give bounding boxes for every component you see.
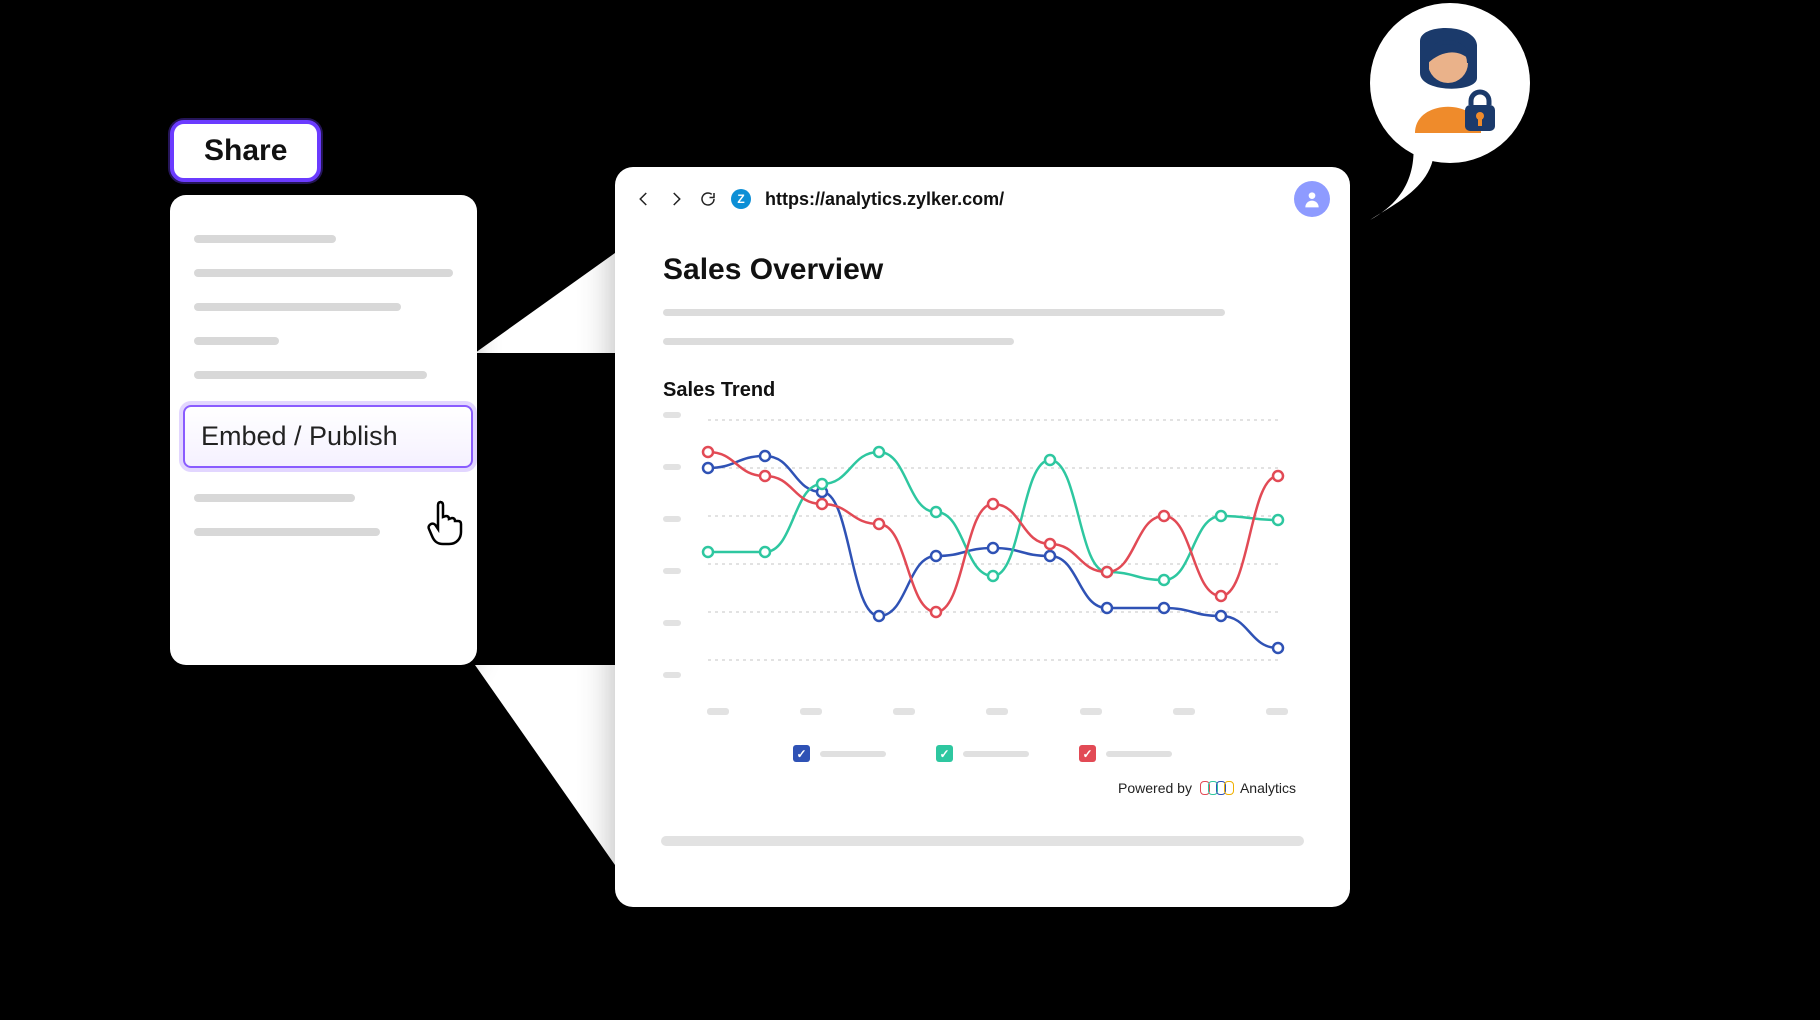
menu-item-placeholder[interactable] [194, 303, 401, 311]
menu-item-embed-publish[interactable]: Embed / Publish [183, 405, 473, 468]
decoration [475, 665, 615, 865]
menu-item-placeholder[interactable] [194, 269, 453, 277]
menu-item-placeholder[interactable] [194, 494, 355, 502]
zoho-logo-icon [1200, 781, 1232, 795]
user-icon [1302, 189, 1322, 209]
legend-item[interactable]: ✓ [1079, 745, 1172, 762]
chart-legend: ✓ ✓ ✓ [663, 745, 1302, 762]
chart-title: Sales Trend [663, 379, 1302, 402]
share-menu-panel: Embed / Publish [170, 195, 477, 665]
page-title: Sales Overview [663, 253, 1302, 287]
share-button[interactable]: Share [170, 120, 321, 182]
user-with-lock-icon [1395, 23, 1505, 143]
pointer-cursor-icon [426, 498, 470, 548]
forward-icon[interactable] [667, 190, 685, 208]
menu-item-placeholder[interactable] [194, 235, 336, 243]
x-axis-ticks [663, 708, 1302, 715]
menu-item-placeholder[interactable] [194, 528, 380, 536]
legend-item[interactable]: ✓ [936, 745, 1029, 762]
menu-item-placeholder[interactable] [194, 371, 427, 379]
site-favicon: Z [731, 189, 751, 209]
reload-icon[interactable] [699, 190, 717, 208]
address-bar-url[interactable]: https://analytics.zylker.com/ [765, 189, 1004, 210]
legend-label-placeholder [820, 751, 886, 757]
browser-toolbar: Z https://analytics.zylker.com/ [615, 167, 1350, 227]
legend-label-placeholder [1106, 751, 1172, 757]
horizontal-scrollbar[interactable] [661, 836, 1304, 846]
legend-label-placeholder [963, 751, 1029, 757]
legend-checkbox[interactable]: ✓ [793, 745, 810, 762]
legend-checkbox[interactable]: ✓ [936, 745, 953, 762]
text-placeholder [663, 309, 1225, 316]
text-placeholder [663, 338, 1014, 345]
legend-checkbox[interactable]: ✓ [1079, 745, 1096, 762]
embedded-browser-window: Z https://analytics.zylker.com/ Sales Ov… [615, 167, 1350, 907]
secure-user-callout [1370, 3, 1530, 163]
profile-avatar-button[interactable] [1294, 181, 1330, 217]
decoration [475, 253, 615, 353]
back-icon[interactable] [635, 190, 653, 208]
sales-trend-chart [663, 412, 1288, 702]
powered-by-footer: Powered by Analytics [663, 780, 1302, 796]
menu-item-placeholder[interactable] [194, 337, 279, 345]
legend-item[interactable]: ✓ [793, 745, 886, 762]
y-axis-ticks [663, 412, 693, 678]
